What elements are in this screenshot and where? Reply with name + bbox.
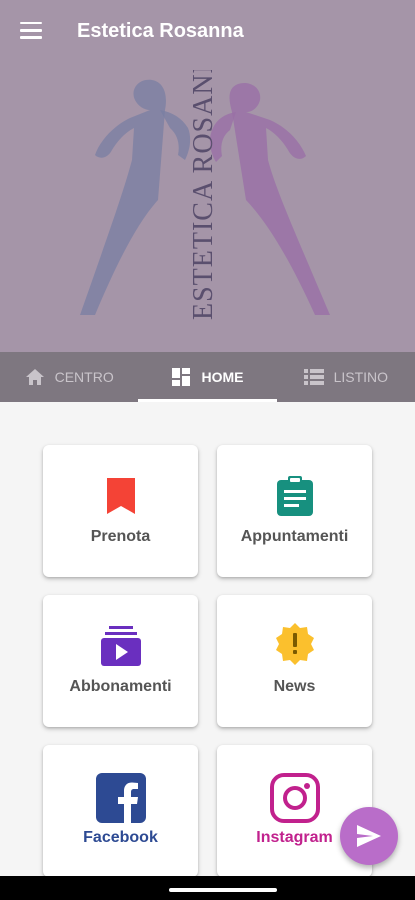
alert-badge-icon <box>275 623 314 665</box>
card-abbonamenti[interactable]: Abbonamenti <box>43 595 198 727</box>
tab-centro[interactable]: CENTRO <box>0 352 138 402</box>
card-facebook[interactable]: Facebook <box>43 745 198 877</box>
card-instagram-label: Instagram <box>256 829 333 846</box>
app-title: Estetica Rosanna <box>77 20 244 42</box>
tab-home-label: HOME <box>201 369 244 385</box>
tab-listino-label: LISTINO <box>333 369 389 385</box>
tab-centro-label: CENTRO <box>54 369 114 385</box>
menu-icon-bar <box>20 29 42 32</box>
app-header: Estetica Rosanna ESTETICA ROSANNA <box>0 0 415 352</box>
clipboard-icon <box>276 476 313 516</box>
card-appuntamenti[interactable]: Appuntamenti <box>217 445 372 577</box>
tab-bar: CENTRO HOME LISTINO <box>0 352 415 402</box>
menu-icon-bar <box>20 22 42 25</box>
brand-logo-wordmark: ESTETICA ROSANNA <box>188 70 219 320</box>
home-gesture-handle[interactable] <box>169 888 277 892</box>
card-news[interactable]: News <box>217 595 372 727</box>
menu-icon-bar <box>20 36 42 39</box>
subscriptions-icon <box>100 626 141 666</box>
logo-text: ESTETICA ROSANNA <box>188 70 219 320</box>
home-icon <box>25 369 44 385</box>
card-prenota[interactable]: Prenota <box>43 445 198 577</box>
bookmark-icon <box>106 478 135 514</box>
card-abbonamenti-label: Abbonamenti <box>69 678 172 695</box>
dashboard-icon <box>172 368 191 386</box>
tab-home[interactable]: HOME <box>138 352 277 402</box>
send-fab[interactable] <box>340 807 398 865</box>
card-facebook-label: Facebook <box>83 829 158 846</box>
brand-logo: ESTETICA ROSANNA <box>60 70 360 330</box>
list-icon <box>303 369 324 385</box>
card-appuntamenti-label: Appuntamenti <box>240 528 349 545</box>
instagram-icon <box>269 773 320 823</box>
tab-listino[interactable]: LISTINO <box>277 352 415 402</box>
card-news-label: News <box>273 678 316 695</box>
facebook-icon <box>95 773 146 823</box>
card-prenota-label: Prenota <box>90 528 151 545</box>
send-icon <box>357 825 381 847</box>
menu-button[interactable] <box>20 22 42 40</box>
